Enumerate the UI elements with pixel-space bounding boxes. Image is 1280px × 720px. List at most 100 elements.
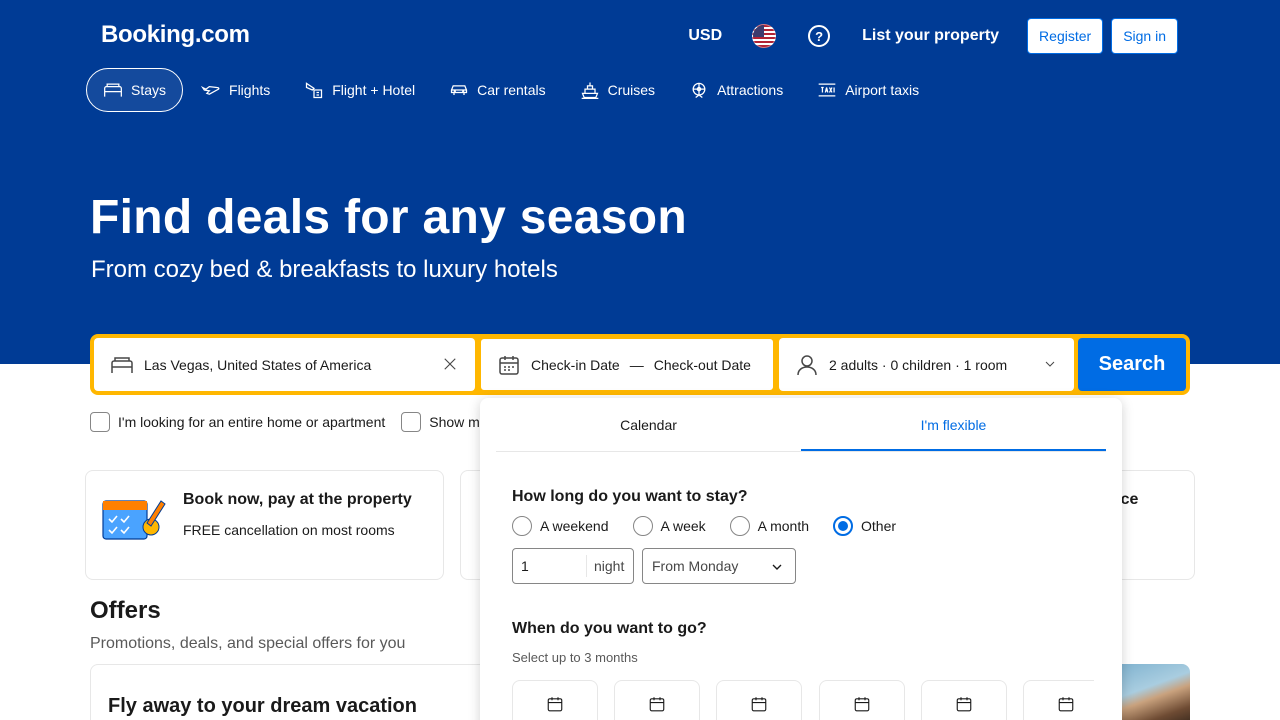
entire-home-label: I'm looking for an entire home or apartm… [118, 414, 386, 430]
nav-item-flight-hotel[interactable]: Flight + Hotel [288, 68, 431, 112]
currency-selector[interactable]: USD [688, 27, 722, 45]
search-button[interactable]: Search [1078, 338, 1186, 391]
destination-field[interactable]: Las Vegas, United States of America [94, 338, 475, 391]
date-separator: — [629, 356, 644, 373]
calendar-icon [547, 697, 563, 712]
nights-unit: night [594, 558, 625, 574]
bed-icon [111, 356, 133, 373]
card-title: Book now, pay at the property [183, 491, 412, 508]
nights-input[interactable]: 1 night [512, 548, 634, 584]
nav-item-car-rentals[interactable]: Car rentals [433, 68, 561, 112]
car-icon [451, 85, 468, 95]
bed-icon [104, 83, 122, 97]
checkout-date[interactable]: Check-out Date [654, 357, 751, 373]
month-option[interactable] [716, 680, 802, 720]
offers-subtitle: Promotions, deals, and special offers fo… [90, 635, 406, 652]
radio-button[interactable] [512, 516, 532, 536]
month-option[interactable] [819, 680, 905, 720]
nav-item-airport-taxis[interactable]: Airport taxis [801, 68, 935, 112]
show-filter[interactable]: Show m [401, 412, 480, 432]
calendar-icon [649, 697, 665, 712]
nav-item-flights[interactable]: Flights [185, 68, 286, 112]
show-checkbox[interactable] [401, 412, 422, 432]
us-flag-icon[interactable] [752, 24, 777, 48]
sign-in-button[interactable]: Sign in [1111, 18, 1178, 54]
show-label: Show m [429, 414, 480, 430]
nav-item-stays[interactable]: Stays [86, 68, 184, 112]
list-property-link[interactable]: List your property [862, 27, 999, 45]
offer-title: Fly away to your dream vacation [108, 695, 417, 717]
option-other[interactable]: Other [833, 516, 896, 536]
nav-item-label: Car rentals [477, 82, 546, 98]
calendar-icon [854, 697, 870, 712]
radio-label: A weekend [540, 518, 609, 534]
calendar-icon [956, 697, 972, 712]
calendar-icon [751, 697, 767, 712]
product-nav: Stays Flights Flight + Hotel Car rentals… [86, 68, 937, 112]
nav-item-label: Flight + Hotel [332, 82, 416, 98]
nav-item-label: Attractions [717, 82, 784, 98]
tab-calendar[interactable]: Calendar [496, 398, 801, 451]
chevron-down-icon [772, 564, 782, 570]
entire-home-filter[interactable]: I'm looking for an entire home or apartm… [90, 412, 385, 432]
pay-at-property-card: Book now, pay at the property FREE cance… [85, 470, 444, 580]
radio-button[interactable] [833, 516, 854, 536]
nav-item-cruises[interactable]: Cruises [564, 68, 671, 112]
ship-icon [581, 82, 599, 99]
help-icon[interactable]: ? [808, 25, 831, 47]
date-picker-dropdown: Calendar I'm flexible How long do you wa… [480, 398, 1122, 720]
month-option[interactable] [512, 680, 598, 720]
calendar-icon [1058, 697, 1074, 712]
nav-item-label: Airport taxis [845, 82, 920, 98]
clear-destination-icon[interactable] [441, 355, 459, 373]
logo[interactable]: Booking.com [101, 21, 250, 49]
nav-item-label: Cruises [607, 82, 656, 98]
header-actions: USD ? List your property Register Sign i… [688, 18, 1178, 54]
option-weekend[interactable]: A weekend [512, 516, 609, 536]
search-bar: Las Vegas, United States of America Chec… [90, 334, 1190, 395]
nav-item-attractions[interactable]: Attractions [673, 68, 799, 112]
register-button[interactable]: Register [1027, 18, 1104, 54]
start-day-value: From Monday [652, 558, 739, 574]
stay-length-question: How long do you want to stay? [512, 488, 748, 505]
search-filters: I'm looking for an entire home or apartm… [90, 412, 496, 432]
checkin-date[interactable]: Check-in Date [531, 357, 620, 373]
radio-label: A week [660, 518, 706, 534]
option-month[interactable]: A month [729, 516, 810, 536]
calendar-illustration-icon [102, 500, 166, 540]
calendar-icon [499, 355, 519, 375]
dates-field[interactable]: Check-in Date — Check-out Date [480, 338, 774, 391]
nav-item-label: Stays [131, 82, 167, 98]
plane-icon [201, 85, 220, 95]
hero-banner: Booking.com USD ? List your property Reg… [0, 0, 1280, 364]
guests-summary[interactable]: 2 adults · 0 children · 1 room [829, 357, 1007, 373]
radio-button[interactable] [729, 516, 750, 536]
nights-value[interactable]: 1 [513, 555, 587, 577]
plane-hotel-icon [306, 82, 323, 99]
month-option[interactable] [921, 680, 1007, 720]
hero-title: Find deals for any season [90, 191, 687, 244]
attractions-icon [692, 82, 706, 98]
card-subtitle: FREE cancellation on most rooms [183, 522, 395, 538]
option-week[interactable]: A week [632, 516, 706, 536]
chevron-down-icon[interactable] [1042, 356, 1058, 377]
nav-item-label: Flights [229, 82, 271, 98]
destination-input[interactable]: Las Vegas, United States of America [144, 357, 371, 373]
radio-label: A month [757, 518, 810, 534]
start-day-select[interactable]: From Monday [642, 548, 796, 584]
when-hint: Select up to 3 months [512, 650, 638, 665]
month-options [512, 680, 1094, 720]
entire-home-checkbox[interactable] [90, 412, 110, 432]
offer-image[interactable] [1115, 664, 1190, 720]
taxi-icon [818, 83, 836, 97]
tab-flexible[interactable]: I'm flexible [801, 398, 1106, 451]
month-option[interactable] [1023, 680, 1094, 720]
radio-button[interactable] [632, 516, 653, 536]
offer-card[interactable]: Fly away to your dream vacation [90, 664, 490, 720]
month-option[interactable] [614, 680, 700, 720]
radio-label: Other [861, 518, 897, 534]
when-question: When do you want to go? [512, 620, 707, 637]
hero-subtitle: From cozy bed & breakfasts to luxury hot… [91, 256, 558, 283]
person-icon [797, 354, 817, 375]
guests-field[interactable]: 2 adults · 0 children · 1 room [779, 338, 1074, 391]
